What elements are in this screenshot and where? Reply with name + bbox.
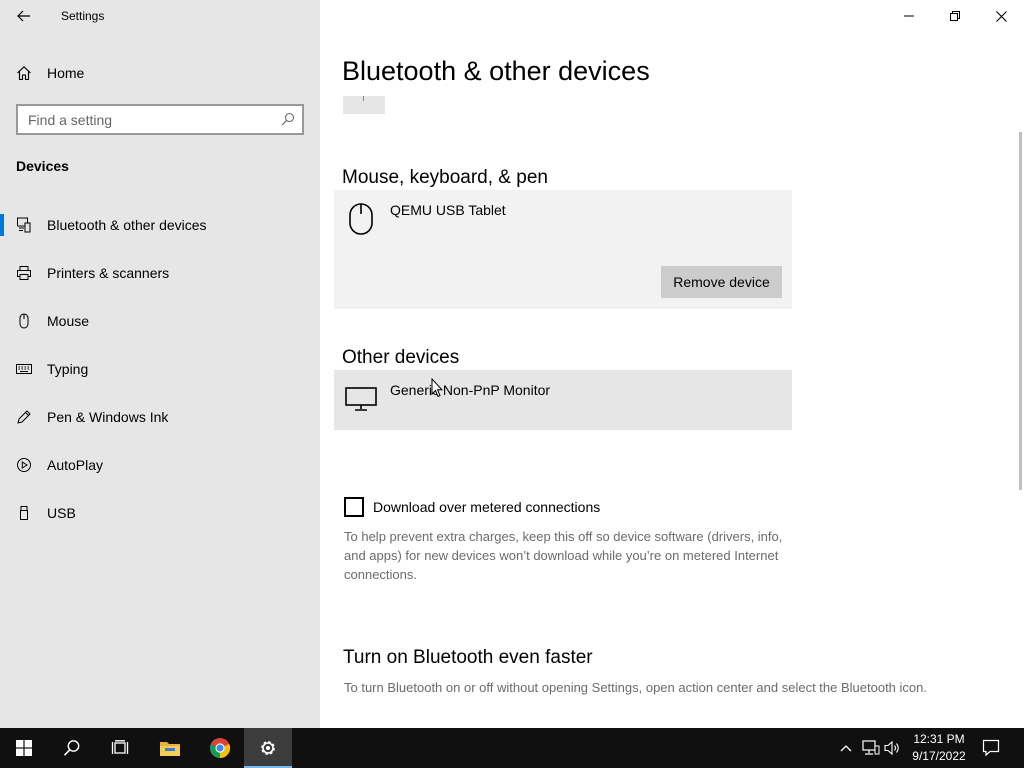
sidebar-item-label: AutoPlay [47,457,104,473]
sidebar-item-printers[interactable]: Printers & scanners [0,253,320,293]
notification-icon [982,739,1000,757]
close-button[interactable] [978,0,1024,32]
section-heading-bluetooth-faster: Turn on Bluetooth even faster [343,647,593,668]
show-hidden-icons-button[interactable] [836,738,856,758]
task-view-icon [111,740,129,754]
sidebar-item-typing[interactable]: Typing [0,349,320,389]
network-button[interactable] [861,738,881,758]
printer-icon [17,266,31,280]
search-taskbar-button[interactable] [48,728,96,768]
chrome-button[interactable] [196,728,244,768]
bluetooth-devices-icon [17,217,31,233]
clock-date: 9/17/2022 [912,749,966,763]
metered-connections-checkbox[interactable] [344,497,364,517]
scrollbar[interactable] [1019,132,1022,490]
usb-icon [20,506,28,520]
pen-icon [17,410,31,424]
close-icon [995,10,1007,22]
sidebar-item-label: USB [47,505,76,521]
autoplay-icon [17,458,31,472]
device-name: QEMU USB Tablet [390,202,506,218]
home-label: Home [47,65,85,81]
back-button[interactable] [10,4,38,28]
search-input[interactable] [18,106,274,133]
file-explorer-button[interactable] [146,728,194,768]
taskbar: 12:31 PM 9/17/2022 [0,728,1024,768]
sidebar-item-label: Pen & Windows Ink [47,409,169,425]
sidebar-item-usb[interactable]: USB [0,493,320,533]
sidebar-item-label: Typing [47,361,89,377]
sidebar-item-label: Printers & scanners [47,265,170,281]
home-icon [17,66,31,81]
task-view-button[interactable] [96,728,144,768]
device-card-generic-monitor[interactable]: Generic Non-PnP Monitor [334,370,792,430]
chevron-up-icon [840,745,852,752]
search-icon[interactable] [281,112,295,126]
windows-logo-icon [16,740,32,756]
monitor-device-icon [345,387,377,411]
restore-icon [950,11,960,21]
minimize-icon [904,15,914,17]
sidebar-item-mouse[interactable]: Mouse [0,301,320,341]
back-arrow-icon [17,10,30,22]
bluetooth-toggle-partial [343,96,385,114]
sidebar-item-home[interactable]: Home [0,58,320,88]
remove-device-button[interactable]: Remove device [661,266,782,298]
restore-button[interactable] [932,0,978,32]
clock-time: 12:31 PM [913,732,965,746]
section-label-devices: Devices [16,158,69,174]
sidebar-item-label: Bluetooth & other devices [47,217,207,233]
volume-button[interactable] [883,738,903,758]
sidebar-item-pen[interactable]: Pen & Windows Ink [0,397,320,437]
chrome-icon [209,738,231,759]
sidebar: Settings Home Devices Bluetooth & other … [0,0,320,728]
bluetooth-faster-description: To turn Bluetooth on or off without open… [344,680,927,695]
sidebar-item-autoplay[interactable]: AutoPlay [0,445,320,485]
sidebar-item-label: Mouse [47,313,90,329]
minimize-button[interactable] [886,0,932,32]
volume-icon [884,740,899,756]
device-card-qemu-tablet[interactable]: QEMU USB Tablet Remove device [334,190,792,309]
sidebar-item-bluetooth[interactable]: Bluetooth & other devices [0,205,320,245]
page-title: Bluetooth & other devices [342,56,650,86]
active-indicator [0,214,4,236]
device-name: Generic Non-PnP Monitor [390,382,551,398]
start-button[interactable] [0,728,48,768]
mouse-device-icon [349,203,373,235]
action-center-button[interactable] [981,738,1001,758]
metered-connections-label: Download over metered connections [373,499,601,515]
section-heading-mouse-keyboard-pen: Mouse, keyboard, & pen [342,167,548,188]
mouse-icon [19,313,29,329]
file-explorer-icon [160,742,180,756]
search-box[interactable] [16,104,304,135]
taskbar-clock[interactable]: 12:31 PM 9/17/2022 [905,731,973,765]
metered-connections-option[interactable]: Download over metered connections [344,497,600,517]
keyboard-icon [16,364,32,374]
section-heading-other-devices: Other devices [342,347,460,368]
settings-taskbar-button[interactable] [244,728,292,768]
app-title: Settings [61,9,105,23]
metered-help-text: To help prevent extra charges, keep this… [344,529,783,582]
network-icon [862,740,880,755]
search-icon [63,740,80,756]
gear-icon [261,741,275,755]
